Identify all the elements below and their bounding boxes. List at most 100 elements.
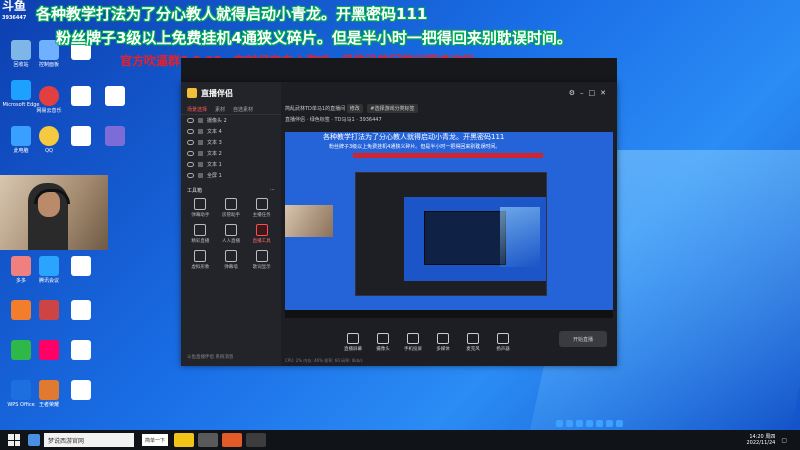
mic-button[interactable]: 麦克风 <box>461 332 485 352</box>
logo-text: 斗鱼 <box>2 0 27 13</box>
app-icon <box>11 340 31 360</box>
tool-avatar[interactable]: 虚拟形象 <box>185 250 216 270</box>
icon-label: QQ <box>45 148 53 154</box>
app-icon[interactable] <box>222 433 243 447</box>
icon-label: 多多 <box>15 278 26 284</box>
phone-cast-button[interactable]: 手机投屏 <box>401 332 425 352</box>
stream-logo: 斗鱼 3936447 <box>2 0 36 26</box>
file-icon <box>71 256 91 276</box>
folder-icon[interactable] <box>174 433 195 447</box>
source-label: 文本 2 <box>207 151 222 157</box>
source-tabs: 场景选择 素材 自选素材 <box>181 104 281 115</box>
source-label: 摄像头 2 <box>207 118 227 124</box>
stream-info-header: 简乱武林TD单马1的直播间 修改 #选择游戏分类标签 直播伴侣 · 绿色标签 ·… <box>285 104 535 123</box>
screen-capture-button[interactable]: 直播屏幕 <box>341 332 365 352</box>
source-row[interactable]: 文本 2 <box>181 148 281 159</box>
media-icon <box>437 332 449 344</box>
source-label: 文本 1 <box>207 162 222 168</box>
taskbar-chip[interactable]: 简单一下 <box>142 434 169 446</box>
recycle-bin-icon <box>11 40 31 60</box>
eye-icon[interactable] <box>187 129 194 134</box>
maximize-icon[interactable]: □ <box>589 89 601 97</box>
edit-title-button[interactable]: 修改 <box>346 104 363 113</box>
source-label: 文本 3 <box>207 140 222 146</box>
desktop-file-icon[interactable] <box>62 86 100 108</box>
toolbox-grid: 弹幕助手 房管助手 主播任务 精彩直播 人人直播 直播工具 虚拟形象 弹幕墙 歌… <box>181 198 281 270</box>
mic-icon <box>467 332 479 344</box>
user-icon <box>224 198 237 210</box>
start-live-button[interactable]: 开始直播 <box>559 331 607 347</box>
tray-icon[interactable] <box>606 420 613 427</box>
app-icon <box>11 300 31 320</box>
settings-icon[interactable]: ⚙ <box>569 89 580 97</box>
text-icon <box>198 140 203 145</box>
eye-icon[interactable] <box>187 162 194 167</box>
nested-window <box>424 211 506 265</box>
window-controls[interactable]: ⚙–□✕ <box>569 89 611 97</box>
eye-icon[interactable] <box>187 118 194 123</box>
tab-custom[interactable]: 自选素材 <box>233 106 253 113</box>
preview-nested-window <box>355 172 547 296</box>
overlay-text-1: 各种教学打法为了分心教人就得启动小青龙。开黑密码111 <box>36 5 428 23</box>
tool-live-tools[interactable]: 直播工具 <box>246 224 277 244</box>
more-icon[interactable]: ⋯ <box>270 187 275 194</box>
nested-glow <box>500 207 540 267</box>
tool-danmu[interactable]: 弹幕助手 <box>185 198 216 218</box>
preview-taskbar <box>285 310 613 318</box>
app-icon[interactable] <box>246 433 267 447</box>
taskbar-search-input[interactable]: 梦说西游官网 <box>44 433 134 447</box>
camera-button[interactable]: 摄像头 <box>371 332 395 352</box>
toolbox-icon <box>255 224 268 236</box>
source-row[interactable]: 文本 4 <box>181 126 281 137</box>
start-button[interactable] <box>8 434 20 446</box>
tool-highlights[interactable]: 精彩直播 <box>185 224 216 244</box>
tool-lyrics[interactable]: 歌词显示 <box>246 250 277 270</box>
icon-label: 网易云音乐 <box>36 108 62 114</box>
speaker-button[interactable]: 扬声器 <box>491 332 515 352</box>
tool-danmu-wall[interactable]: 弹幕墙 <box>216 250 247 270</box>
tool-room-admin[interactable]: 房管助手 <box>216 198 247 218</box>
text-icon <box>198 129 203 134</box>
tray-icon[interactable] <box>616 420 623 427</box>
text-icon <box>198 151 203 156</box>
desktop-file-icon[interactable] <box>62 126 100 148</box>
media-button[interactable]: 多媒体 <box>431 332 455 352</box>
tray-icon[interactable] <box>576 420 583 427</box>
source-row[interactable]: 摄像头 2 <box>181 115 281 126</box>
desktop-file-icon[interactable] <box>62 256 100 278</box>
preview-canvas[interactable]: 各种教学打法为了分心教人就得启动小青龙。开黑密码111 粉丝牌子3级以上免费挂机… <box>285 132 613 318</box>
desktop-file-icon[interactable] <box>62 380 100 402</box>
tray-icon[interactable] <box>586 420 593 427</box>
source-row[interactable]: 文本 1 <box>181 159 281 170</box>
clock[interactable]: 14:20 周四 2022/11/24 <box>747 434 776 446</box>
app-icon <box>39 300 59 320</box>
source-row[interactable]: 文本 3 <box>181 137 281 148</box>
app-icon[interactable] <box>198 433 219 447</box>
minimize-icon[interactable]: – <box>580 89 589 97</box>
tray-icon[interactable] <box>566 420 573 427</box>
file-icon <box>71 340 91 360</box>
qq-icon <box>39 126 59 146</box>
tray-icon[interactable] <box>596 420 603 427</box>
file-icon <box>71 380 91 400</box>
desktop-file-icon[interactable] <box>96 126 134 148</box>
desktop-file-icon[interactable] <box>62 340 100 362</box>
camera-icon <box>198 118 203 123</box>
category-tag-button[interactable]: #选择游戏分类标签 <box>367 104 418 113</box>
desktop-file-icon[interactable] <box>62 300 100 322</box>
desktop-file-icon[interactable] <box>96 86 134 108</box>
overlay-text-2: 粉丝牌子3级以上免费挂机4通狭义碎片。但是半小时一把得回来别耽误时间。 <box>56 29 572 47</box>
tool-multi-live[interactable]: 人人直播 <box>216 224 247 244</box>
tab-scene[interactable]: 场景选择 <box>187 106 207 113</box>
eye-icon[interactable] <box>187 151 194 156</box>
eye-icon[interactable] <box>187 140 194 145</box>
search-app-icon[interactable] <box>28 434 40 446</box>
close-icon[interactable]: ✕ <box>600 89 611 97</box>
tray-icon[interactable] <box>556 420 563 427</box>
tool-tasks[interactable]: 主播任务 <box>246 198 277 218</box>
notification-icon[interactable]: ▢ <box>781 437 790 444</box>
source-row[interactable]: 全屏 1 <box>181 170 281 181</box>
eye-icon[interactable] <box>187 173 194 178</box>
tab-material[interactable]: 素材 <box>215 106 225 113</box>
computer-icon <box>11 126 31 146</box>
